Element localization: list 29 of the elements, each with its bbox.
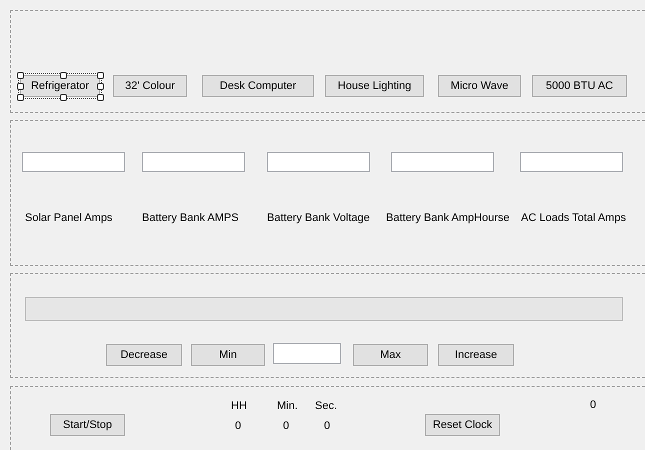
field-label: AC Loads Total Amps <box>521 211 626 226</box>
device-button[interactable]: House Lighting <box>325 75 424 97</box>
input-field[interactable] <box>22 152 125 172</box>
control-button[interactable]: Min <box>191 344 265 366</box>
counter-value: 0 <box>590 398 596 413</box>
field-label: Battery Bank AmpHourse <box>386 211 510 226</box>
device-button[interactable]: 32' Colour <box>113 75 187 97</box>
start-stop-button[interactable]: Start/Stop <box>50 414 125 436</box>
input-field[interactable] <box>391 152 494 172</box>
input-field[interactable] <box>267 152 370 172</box>
control-button[interactable]: Max <box>353 344 428 366</box>
device-button[interactable]: Desk Computer <box>202 75 314 97</box>
input-field[interactable] <box>273 343 341 364</box>
time-value: 0 <box>324 419 330 434</box>
input-field[interactable] <box>142 152 245 172</box>
device-button[interactable]: Micro Wave <box>438 75 521 97</box>
control-button[interactable]: Decrease <box>106 344 182 366</box>
field-label: Battery Bank AMPS <box>142 211 239 226</box>
reset-clock-button[interactable]: Reset Clock <box>425 414 500 436</box>
time-value: 0 <box>235 419 242 434</box>
time-header: Min. <box>277 399 298 414</box>
field-label: Solar Panel Amps <box>25 211 112 226</box>
control-button[interactable]: Increase <box>438 344 514 366</box>
time-header: HH <box>231 399 247 414</box>
time-value: 0 <box>283 419 290 434</box>
input-field[interactable] <box>520 152 623 172</box>
device-button[interactable]: 5000 BTU AC <box>532 75 627 97</box>
time-header: Sec. <box>315 399 338 414</box>
field-label: Battery Bank Voltage <box>267 211 370 226</box>
